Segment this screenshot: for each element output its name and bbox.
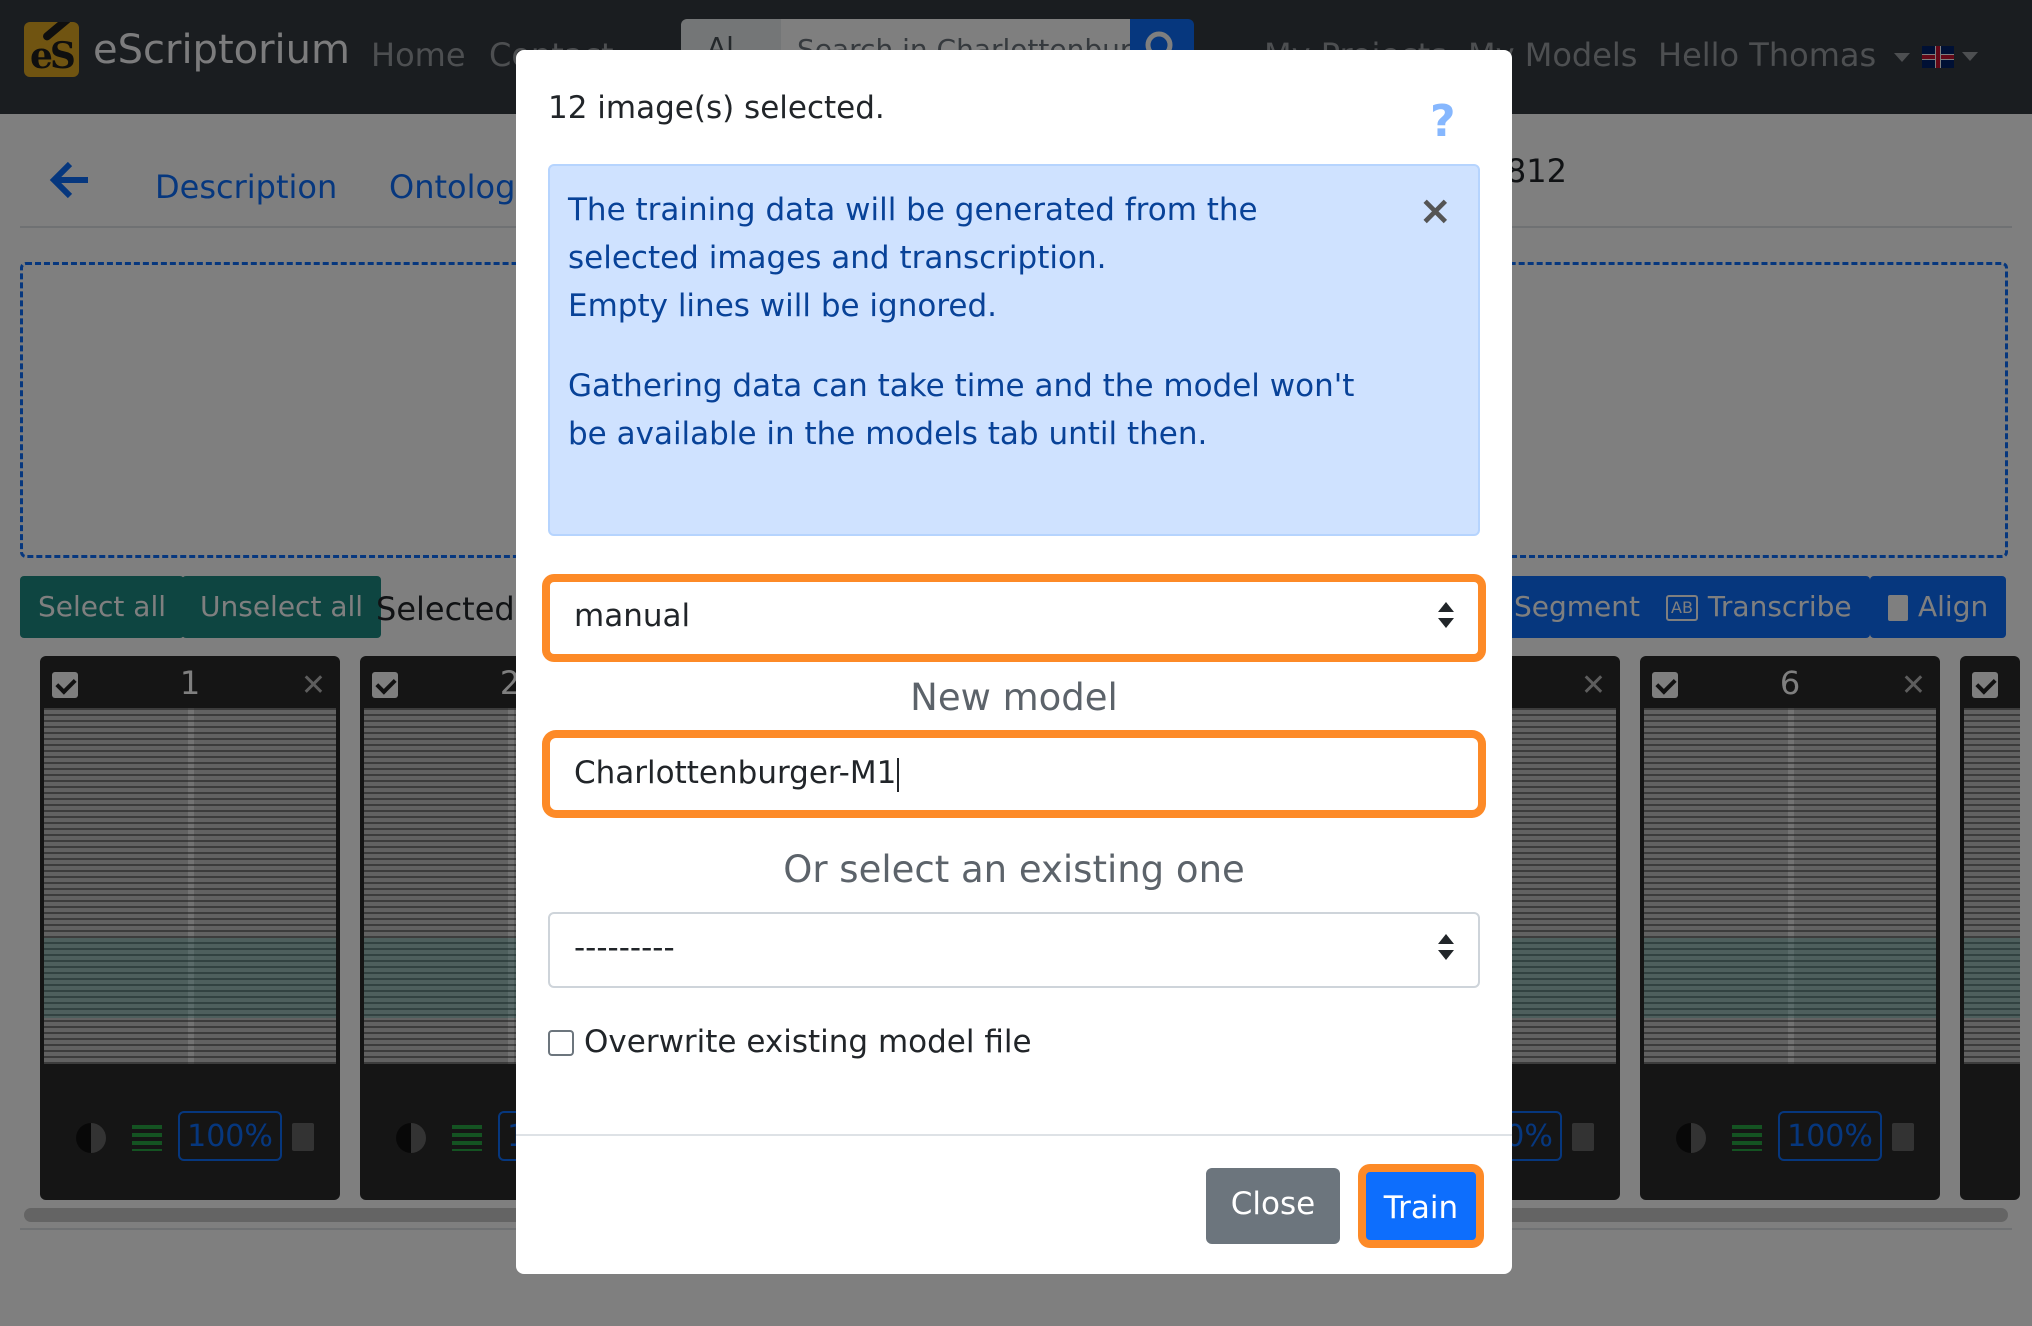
existing-model-select[interactable]: --------- — [548, 912, 1480, 988]
help-icon[interactable]: ? — [1430, 96, 1456, 147]
text-cursor — [897, 757, 900, 792]
new-model-value: Charlottenburger-M1 — [574, 755, 897, 791]
overwrite-checkbox[interactable] — [548, 1030, 574, 1056]
new-model-input[interactable]: Charlottenburger-M1 — [548, 736, 1480, 812]
alert-close-icon[interactable]: × — [1418, 188, 1452, 234]
modal-title: 12 image(s) selected. — [548, 90, 885, 126]
existing-model-label: Or select an existing one — [783, 848, 1245, 891]
select-arrows-icon — [1438, 602, 1454, 628]
modal-footer-divider — [516, 1134, 1512, 1136]
train-model-dialog: 12 image(s) selected. ? The training dat… — [516, 50, 1512, 1274]
alert-text-gathering: Gathering data can take time and the mod… — [568, 368, 1355, 452]
overwrite-label[interactable]: Overwrite existing model file — [584, 1024, 1032, 1060]
select-arrows-icon — [1438, 934, 1454, 960]
existing-model-select-value: --------- — [574, 930, 675, 966]
train-button[interactable]: Train — [1362, 1168, 1480, 1244]
alert-text-empty-lines: Empty lines will be ignored. — [568, 288, 997, 324]
new-model-label: New model — [910, 676, 1118, 719]
alert-text-training: The training data will be generated from… — [568, 192, 1258, 276]
transcription-select[interactable]: manual — [548, 580, 1480, 656]
info-alert: The training data will be generated from… — [548, 164, 1480, 536]
close-button[interactable]: Close — [1206, 1168, 1340, 1244]
transcription-select-value: manual — [574, 598, 691, 634]
